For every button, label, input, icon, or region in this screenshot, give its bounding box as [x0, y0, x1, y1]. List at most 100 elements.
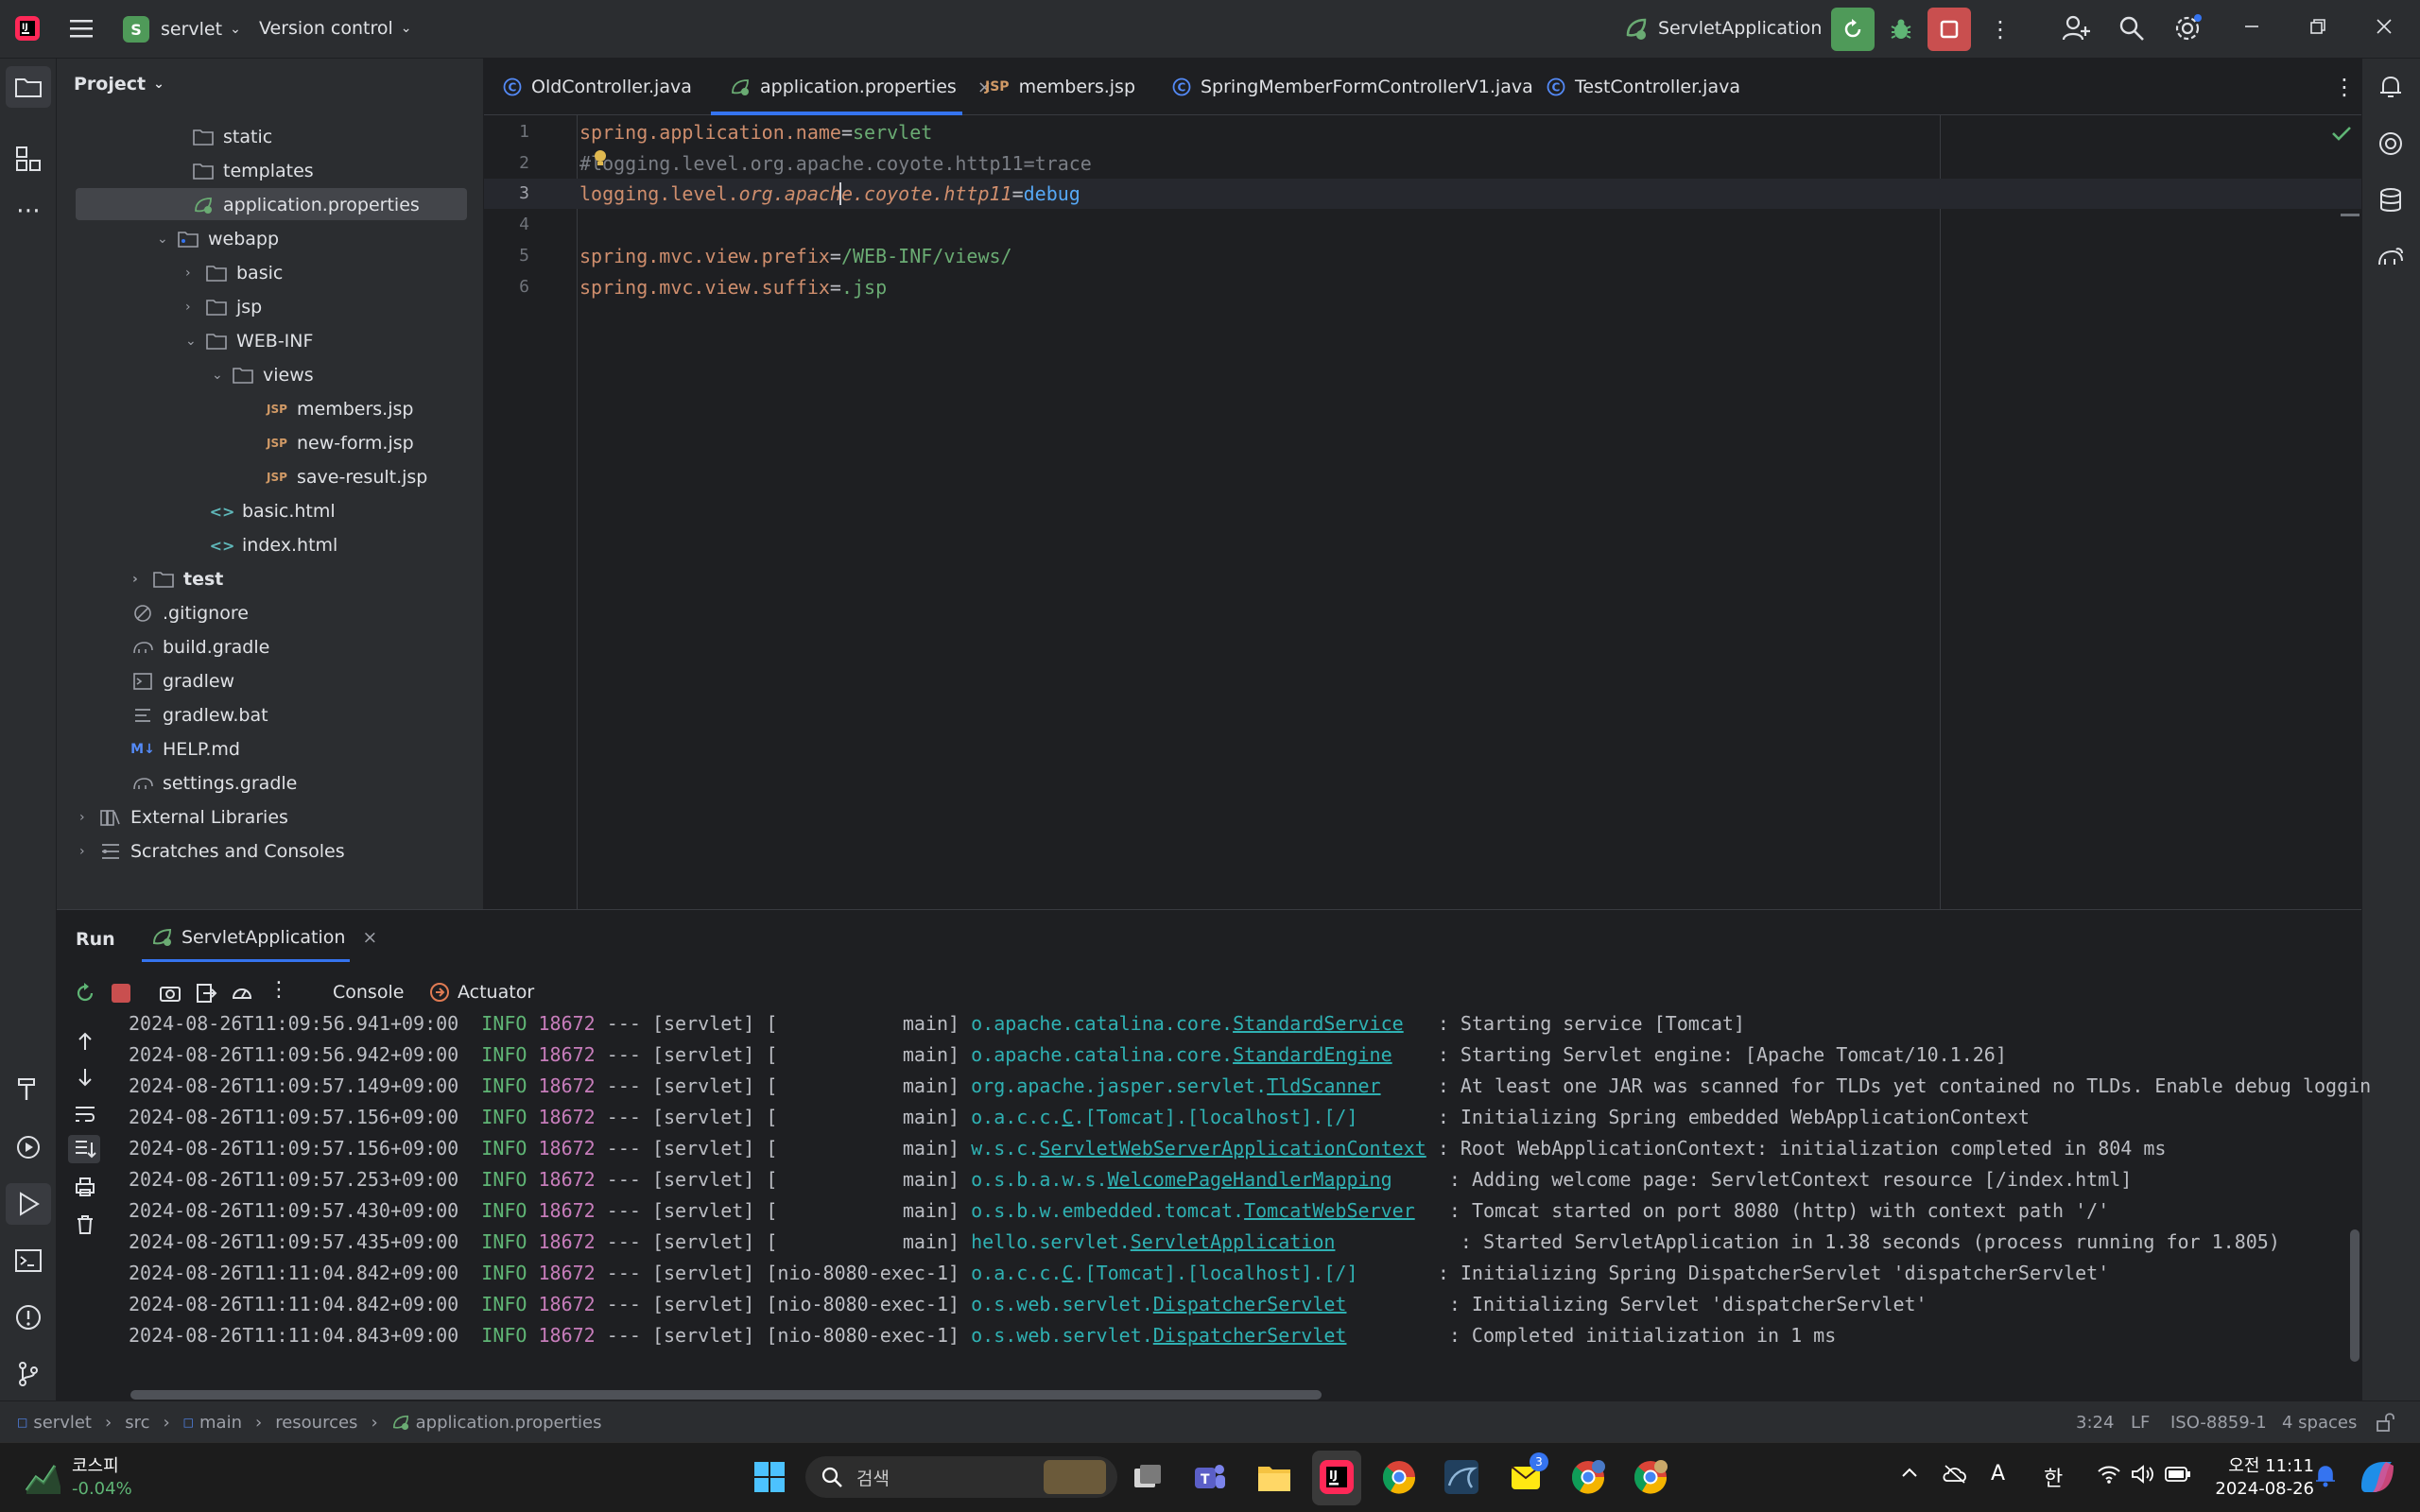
windows-start-icon[interactable] [749, 1456, 790, 1498]
console-log-line[interactable]: 2024-08-26T11:09:57.253+09:00 INFO 18672… [129, 1164, 2132, 1195]
console-log-line[interactable]: 2024-08-26T11:09:57.156+09:00 INFO 18672… [129, 1133, 2166, 1164]
rerun-button[interactable] [1831, 8, 1875, 51]
project-selector[interactable]: S servlet ⌄ [123, 16, 241, 43]
debug-button[interactable] [1879, 8, 1923, 51]
git-branch-icon[interactable] [13, 1359, 43, 1389]
log-logger-link[interactable]: StandardService [1233, 1012, 1404, 1035]
gradle-elephant-icon[interactable] [2376, 242, 2406, 272]
more-actions-icon[interactable]: ⋮ [1989, 16, 2012, 43]
ime-mode-korean[interactable]: 한 [2044, 1462, 2063, 1492]
task-view-icon[interactable] [1127, 1456, 1168, 1498]
lightbulb-icon[interactable] [592, 148, 609, 169]
battery-icon[interactable] [2165, 1466, 2191, 1483]
inspection-ok-checkmark-icon[interactable] [2331, 125, 2352, 142]
code-line[interactable]: spring.mvc.view.prefix=/WEB-INF/views/ [579, 241, 1012, 271]
console-log-line[interactable]: 2024-08-26T11:09:57.149+09:00 INFO 18672… [129, 1071, 2371, 1102]
log-logger-link[interactable]: WelcomePageHandlerMapping [1108, 1168, 1392, 1191]
clock-time[interactable]: 오전 11:11 [2216, 1452, 2314, 1477]
database-icon[interactable] [2376, 185, 2406, 215]
scroll-to-end-icon[interactable] [74, 1139, 96, 1160]
tray-overflow-chevron-icon[interactable] [1900, 1464, 1919, 1483]
run-config-tab[interactable]: ServletApplication × [151, 927, 377, 948]
search-icon[interactable] [2118, 14, 2146, 43]
tree-item-file[interactable]: <> index.html [210, 529, 338, 561]
tab-testcontroller[interactable]: C TestController.java [1547, 59, 1740, 115]
restore-window-icon[interactable] [2308, 17, 2327, 36]
console-log-line[interactable]: 2024-08-26T11:09:57.430+09:00 INFO 18672… [129, 1195, 2109, 1227]
tree-item-folder[interactable]: ⌄ WEB-INF [185, 325, 313, 357]
tree-item-file[interactable]: M↓ HELP.md [130, 733, 240, 765]
log-logger-link[interactable]: StandardEngine [1233, 1043, 1392, 1066]
scroll-up-icon[interactable] [76, 1031, 95, 1052]
stock-chart-icon[interactable] [25, 1458, 62, 1496]
intellij-logo-icon[interactable]: IJ [13, 14, 42, 43]
chevron-down-icon[interactable]: ⌄ [185, 334, 204, 349]
tree-item-file[interactable]: application.properties [191, 189, 420, 221]
rerun-icon[interactable] [74, 982, 96, 1005]
log-logger-link[interactable]: ServletWebServerApplicationContext [1039, 1137, 1426, 1160]
log-logger-link[interactable]: TomcatWebServer [1244, 1199, 1415, 1222]
tab-actuator[interactable]: Actuator [429, 982, 534, 1003]
dashboard-icon[interactable] [231, 982, 253, 1005]
services-icon[interactable] [13, 1132, 43, 1162]
chevron-right-icon[interactable]: › [79, 810, 98, 825]
read-only-lock-icon[interactable] [2375, 1401, 2395, 1443]
settings-gear-icon[interactable] [2172, 13, 2203, 43]
log-logger-link[interactable]: DispatcherServlet [1153, 1293, 1347, 1315]
tree-item-folder[interactable]: ⌄ views [212, 359, 314, 391]
notifications-bell-icon[interactable] [2376, 72, 2406, 102]
chevron-right-icon[interactable]: › [185, 300, 204, 315]
close-tab-icon[interactable]: × [362, 927, 377, 948]
file-encoding[interactable]: ISO-8859-1 [2170, 1401, 2267, 1443]
code-line[interactable]: spring.application.name=servlet [579, 117, 932, 147]
onedrive-cloud-icon[interactable] [1942, 1462, 1968, 1485]
tab-oldcontroller[interactable]: C OldController.java [503, 59, 692, 115]
console-log-line[interactable]: 2024-08-26T11:11:04.842+09:00 INFO 18672… [129, 1258, 2109, 1289]
tree-item-file[interactable]: JSP members.jsp [265, 393, 413, 425]
console-log-line[interactable]: 2024-08-26T11:11:04.843+09:00 INFO 18672… [129, 1320, 1836, 1351]
code-comment-line[interactable]: #logging.level.org.apache.coyote.http11=… [579, 148, 1092, 179]
tree-item-file[interactable]: build.gradle [130, 631, 269, 663]
caret-position[interactable]: 3:24 [2076, 1401, 2114, 1443]
build-hammer-icon[interactable] [13, 1074, 43, 1104]
console-horizontal-scrollbar[interactable] [130, 1390, 1322, 1400]
soft-wrap-icon[interactable] [74, 1105, 96, 1124]
tree-item-folder[interactable]: templates [191, 155, 314, 187]
console-log-line[interactable]: 2024-08-26T11:11:04.842+09:00 INFO 18672… [129, 1289, 1927, 1320]
wifi-icon[interactable] [2097, 1464, 2121, 1485]
indent-setting[interactable]: 4 spaces [2282, 1401, 2357, 1443]
taskbar-search-box[interactable]: 검색 [805, 1456, 1117, 1498]
console-log-line[interactable]: 2024-08-26T11:09:56.941+09:00 INFO 18672… [129, 1008, 1745, 1040]
breadcrumb-item[interactable]: main [199, 1413, 242, 1433]
ime-mode-a[interactable]: A [1991, 1462, 2005, 1486]
tree-item-folder[interactable]: › basic [185, 257, 283, 289]
log-logger-link[interactable]: C [1062, 1262, 1073, 1284]
tab-springmemberformcontroller[interactable]: C SpringMemberFormControllerV1.java [1172, 59, 1533, 115]
tree-item-file[interactable]: JSP save-result.jsp [265, 461, 427, 493]
folder-icon[interactable] [13, 72, 43, 102]
trash-icon[interactable] [76, 1214, 95, 1235]
tree-item-file[interactable]: gradlew [130, 665, 234, 697]
chevron-right-icon[interactable]: › [185, 266, 204, 281]
notification-bell-icon[interactable] [2314, 1464, 2337, 1488]
stop-button[interactable] [1927, 8, 1971, 51]
project-panel-header[interactable]: Project ⌄ [74, 74, 164, 94]
chrome-icon[interactable] [1378, 1456, 1420, 1498]
tree-item-file[interactable]: .gitignore [130, 597, 249, 629]
log-logger-link[interactable]: ServletApplication [1131, 1230, 1336, 1253]
code-line[interactable]: spring.mvc.view.suffix=.jsp [579, 272, 887, 302]
minimize-window-icon[interactable] [2242, 17, 2261, 36]
volume-icon[interactable] [2131, 1464, 2155, 1485]
clock-date[interactable]: 2024-08-26 [2212, 1479, 2314, 1499]
stop-icon[interactable] [112, 984, 130, 1003]
log-logger-link[interactable]: DispatcherServlet [1153, 1324, 1347, 1347]
tree-item-external-libraries[interactable]: › External Libraries [79, 801, 288, 833]
close-window-icon[interactable] [2375, 17, 2394, 36]
tree-item-file[interactable]: settings.gradle [130, 767, 297, 799]
intellij-idea-icon[interactable]: IJ [1316, 1456, 1357, 1498]
tree-item-file[interactable]: <> basic.html [210, 495, 336, 527]
tree-item-folder[interactable]: ⌄ webapp [157, 223, 279, 255]
more-options-icon[interactable]: ⋮ [268, 978, 289, 1002]
tab-console[interactable]: Console [333, 982, 404, 1003]
chrome-profile-icon[interactable] [1630, 1456, 1671, 1498]
